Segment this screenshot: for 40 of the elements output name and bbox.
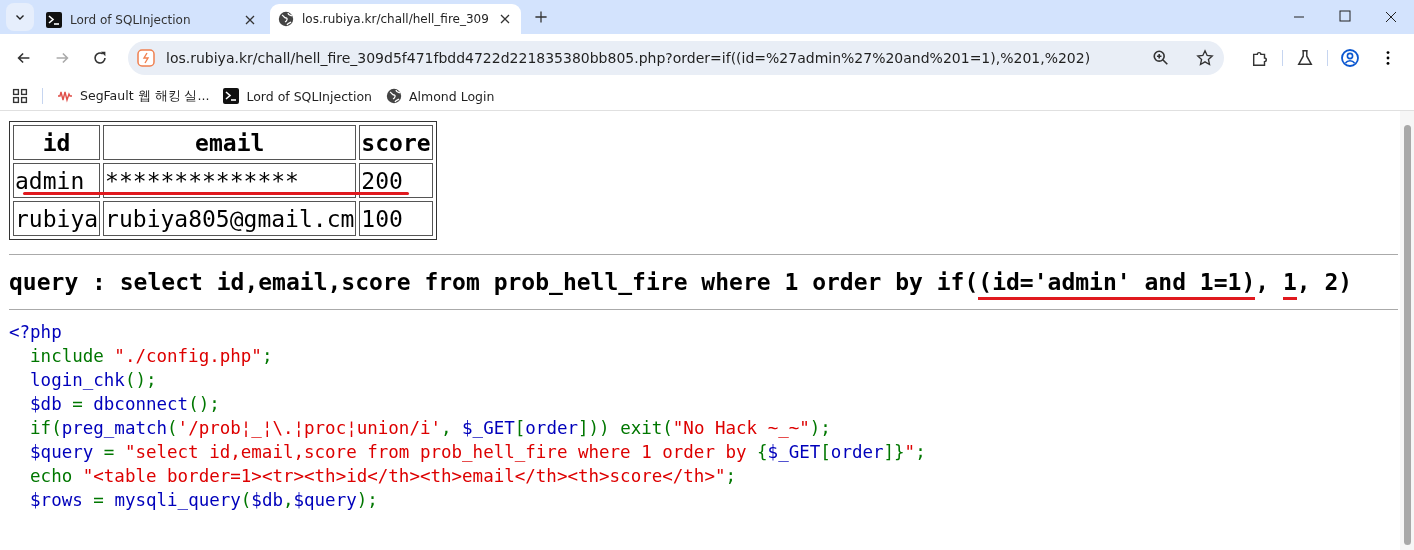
star-icon[interactable] [1196, 49, 1214, 67]
query-text: query : select id,email,score from prob_hell_fire where 1 order by if((id='admin' and 1=1), 1, 2) [9, 265, 1398, 299]
apps-grid-icon[interactable] [12, 88, 28, 104]
column-header: score [359, 125, 433, 160]
code-line: <?php [9, 321, 63, 344]
globe-icon [386, 88, 402, 104]
terminal-icon [223, 88, 240, 104]
profile-icon[interactable] [1340, 48, 1360, 68]
bookmark[interactable]: SegFault 웹 해킹 실... [57, 87, 210, 105]
code-line: $rows = mysqli_query($db,$query); [29, 489, 379, 512]
table-cell: 200 [359, 163, 433, 198]
browser-tab[interactable]: los.rubiya.kr/chall/hell_fire_309 [270, 4, 521, 34]
browser-tab[interactable]: Lord of SQLInjection [38, 6, 266, 34]
table-cell: rubiya805@gmail.cm [103, 201, 357, 236]
table-cell: ************** [103, 163, 357, 198]
code-line: if(preg_match('/prob¦_¦\.¦proc¦union/i', $_GET[order])) exit("No Hack ~_~"); [29, 417, 832, 440]
code-line: $query = "select id,email,score from prob_hell_fire where 1 order by {$_GET[order]}"; [29, 441, 927, 464]
zoom-icon[interactable] [1152, 49, 1170, 67]
table-cell: admin [13, 163, 101, 198]
globe-icon [278, 11, 294, 27]
bookmark[interactable]: Lord of SQLInjection [223, 88, 372, 104]
table-cell: 100 [359, 201, 433, 236]
code-line: echo "<table border=1><tr><th>id</th><th>email</th><th>score</th>"; [29, 465, 737, 488]
code-line: login_chk(); [29, 369, 158, 392]
code-line: include "./config.php"; [29, 345, 274, 368]
table-cell: rubiya [13, 201, 101, 236]
scrollbar[interactable] [1400, 111, 1414, 550]
new-tab-icon[interactable] [532, 9, 549, 25]
code-line: $db = dbconnect(); [29, 393, 221, 416]
terminal-icon [46, 12, 62, 28]
address-bar[interactable]: los.rubiya.kr/chall/hell_fire_309d5f471fbdd4722d221835380bb805.php?order=if((id=%27admin%27%20and%201=1),%201,%202) [128, 41, 1224, 75]
column-header: email [103, 125, 357, 160]
reload-icon[interactable] [91, 49, 109, 67]
column-header: id [13, 125, 101, 160]
tab-search-button[interactable] [6, 3, 34, 31]
extensions-icon[interactable] [1251, 49, 1269, 67]
url-text: los.rubiya.kr/chall/hell_fire_309d5f471fbdd4722d221835380bb805.php?order=if((id=%27admin%27%20and%201=1),%201,%202) [166, 50, 1092, 66]
bookmark[interactable]: Almond Login [386, 88, 495, 104]
flask-icon[interactable] [1296, 49, 1314, 67]
site-info-icon[interactable] [136, 48, 156, 68]
